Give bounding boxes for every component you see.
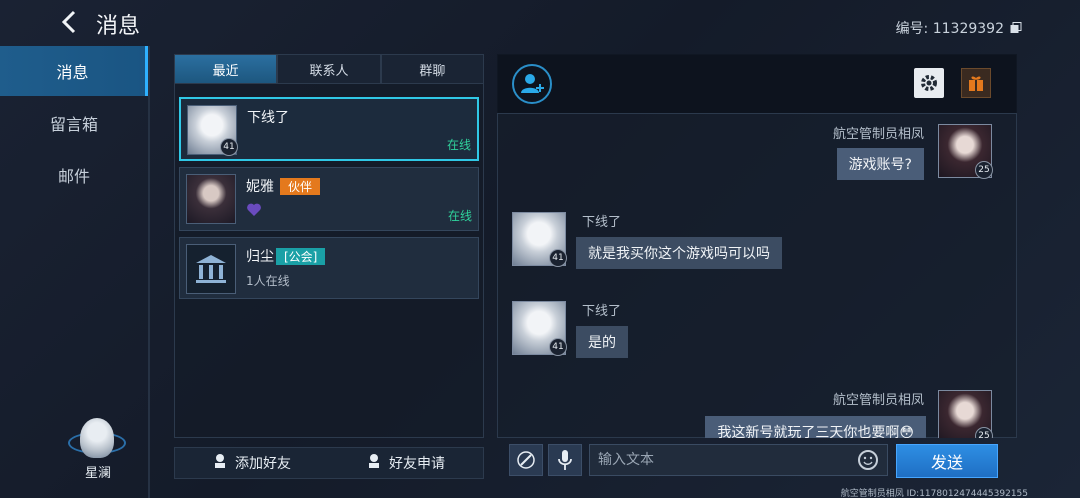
add-friend-label: 添加好友 bbox=[235, 456, 291, 472]
nav-item-label: 留言箱 bbox=[49, 115, 98, 134]
nav-item-message-box[interactable]: 留言箱 bbox=[0, 98, 148, 148]
friend-requests-label: 好友申请 bbox=[389, 456, 445, 472]
player-id-text: 编号: 11329392 bbox=[895, 21, 1004, 37]
chat-scroll-clip: 我这新号就玩了三天你也要啊😳 25 bbox=[497, 54, 1017, 438]
self-avatar[interactable] bbox=[80, 418, 114, 458]
emoji-icon[interactable] bbox=[858, 450, 878, 470]
guild-online-count: 1人在线 bbox=[246, 274, 290, 288]
online-status: 在线 bbox=[446, 138, 471, 152]
contact-name: 归尘 bbox=[246, 249, 274, 265]
message-input[interactable] bbox=[589, 444, 888, 476]
contact-avatar bbox=[186, 174, 236, 224]
send-button[interactable]: 发送 bbox=[896, 444, 998, 478]
friend-requests-button[interactable]: 好友申请 bbox=[329, 448, 483, 478]
nav-item-mail[interactable]: 邮件 bbox=[0, 150, 148, 200]
nav-divider bbox=[148, 46, 150, 498]
add-friend-button[interactable]: 添加好友 bbox=[175, 448, 329, 478]
friend-request-icon bbox=[367, 453, 381, 473]
add-friend-icon bbox=[213, 453, 227, 473]
contact-card-2[interactable]: 妮雅 伙伴 在线 bbox=[179, 167, 479, 231]
contact-avatar: 41 bbox=[187, 105, 238, 156]
contact-tabs: 最近 联系人 群聊 bbox=[174, 54, 484, 84]
pencil-icon[interactable] bbox=[509, 444, 543, 476]
guild-badge: [公会] bbox=[276, 248, 326, 265]
contact-name: 下线了 bbox=[247, 110, 289, 126]
self-name: 星澜 bbox=[84, 466, 111, 481]
guild-icon bbox=[186, 244, 236, 294]
heart-icon bbox=[246, 202, 262, 218]
partner-badge: 伙伴 bbox=[280, 178, 321, 195]
tab-contacts[interactable]: 联系人 bbox=[277, 54, 381, 84]
left-nav: 消息 留言箱 邮件 bbox=[0, 46, 148, 498]
microphone-icon[interactable] bbox=[548, 444, 582, 476]
back-arrow-icon[interactable] bbox=[58, 8, 82, 36]
level-badge: 41 bbox=[220, 138, 238, 156]
sender-avatar[interactable]: 25 bbox=[938, 390, 993, 438]
tab-recent[interactable]: 最近 bbox=[174, 54, 278, 84]
copy-icon[interactable] bbox=[1010, 22, 1022, 34]
nav-item-label: 邮件 bbox=[57, 167, 90, 186]
online-status: 在线 bbox=[447, 209, 472, 223]
page-title: 消息 bbox=[96, 14, 141, 39]
contact-card-3[interactable]: 归尘 [公会] 1人在线 bbox=[179, 237, 479, 299]
nav-item-messages[interactable]: 消息 bbox=[0, 46, 148, 96]
footer-id: 航空管制员相凤 ID:1178012474445392155 bbox=[840, 489, 1028, 498]
contact-name: 妮雅 bbox=[246, 179, 274, 195]
player-id: 编号: 11329392 bbox=[896, 18, 1022, 38]
contact-card-1[interactable]: 41 下线了 在线 bbox=[179, 97, 479, 161]
nav-item-label: 消息 bbox=[56, 63, 89, 82]
tab-group-chat[interactable]: 群聊 bbox=[380, 54, 484, 84]
level-badge: 25 bbox=[975, 427, 993, 438]
friend-actions: 添加好友 好友申请 bbox=[174, 447, 484, 479]
chat-bubble: 我这新号就玩了三天你也要啊😳 bbox=[705, 416, 926, 438]
